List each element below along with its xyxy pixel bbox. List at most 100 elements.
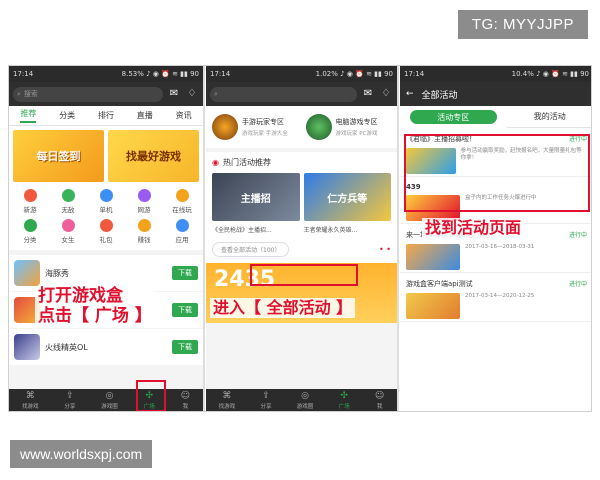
zone-mobile-games[interactable]: 手游玩家专区 游戏玩家 手游大全 (212, 114, 298, 140)
message-icon[interactable]: ✉ (167, 87, 181, 101)
category-item[interactable]: 在线玩 (163, 189, 201, 214)
category-item[interactable]: 应用 (163, 219, 201, 244)
section-hot-events: ◉ 热门活动推荐 (206, 152, 397, 173)
category-icon (23, 189, 37, 202)
nav-square[interactable]: ✣ 广场 (338, 391, 350, 411)
download-button[interactable]: 下载 (172, 266, 198, 280)
category-item[interactable]: 分类 (11, 219, 49, 244)
category-item[interactable]: 网游 (125, 189, 163, 214)
category-label: 赚钱 (137, 236, 151, 244)
search-input[interactable]: ⌕ 搜索 (13, 86, 163, 102)
zone-text: 电脑游戏专区 游戏玩家 PC游戏 (336, 117, 378, 137)
nav-label: 广场 (338, 404, 350, 410)
event-caption: 王者荣耀永久英雄... (303, 227, 358, 234)
activity-desc: 2017-03-14—2020-12-25 (465, 293, 535, 299)
nav-game-circle[interactable]: ◎ 游戏圈 (101, 392, 118, 411)
status-time: 17:14 (404, 70, 425, 78)
status-bar: 17:14 10.4% ♪ ◉ ⏰ ≋ ▮▮ 90 (400, 66, 591, 82)
category-label: 单机 (99, 206, 113, 214)
zone-logo (212, 114, 238, 140)
category-item[interactable]: 无敌 (49, 189, 87, 214)
message-icon[interactable]: ✉ (361, 87, 375, 101)
nav-me[interactable]: ☺ 我 (374, 391, 385, 411)
nav-label: 找游戏 (218, 404, 236, 410)
status-time: 17:14 (13, 70, 34, 78)
section-title: 热门活动推荐 (222, 158, 271, 167)
nav-share[interactable]: ⇪ 分享 (260, 391, 271, 411)
nav-label: 游戏圈 (296, 404, 314, 410)
download-button[interactable]: 下载 (172, 340, 198, 354)
activity-body: 2017-03-14—2020-12-25 (406, 293, 587, 319)
category-label: 新游 (23, 206, 37, 214)
category-item[interactable]: 单机 (87, 189, 125, 214)
tab-my-events[interactable]: 我的活动 (506, 106, 591, 128)
tab-ranking[interactable]: 排行 (98, 110, 114, 121)
game-list-item[interactable]: 火线精英OL 下载 (9, 329, 203, 365)
highlight-box-square (136, 380, 166, 411)
square-icon: ✣ (340, 391, 348, 401)
tab-news[interactable]: 资讯 (176, 110, 192, 121)
tab-live[interactable]: 直播 (137, 110, 153, 121)
share-icon: ⇪ (262, 391, 270, 401)
tab-recommend[interactable]: 推荐 (20, 108, 37, 123)
phone-screen-home: 17:14 8.53% ♪ ◉ ⏰ ≋ ▮▮ 90 ⌕ 搜索 ✉ ♢ 推荐 分类… (9, 66, 205, 411)
nav-find-games[interactable]: ⌘ 找游戏 (21, 392, 39, 411)
category-icon (61, 189, 75, 202)
category-label: 礼包 (99, 236, 113, 244)
category-item[interactable]: 赚钱 (125, 219, 163, 244)
controller-icon: ⌘ (222, 391, 232, 401)
nav-me[interactable]: ☺ 我 (180, 391, 191, 411)
back-arrow-icon[interactable]: ← (406, 89, 414, 99)
nav-share[interactable]: ⇪ 分享 (64, 392, 75, 411)
category-item[interactable]: 新游 (11, 189, 49, 214)
gift-icon[interactable]: ♢ (185, 87, 199, 101)
banner-daily-checkin[interactable]: 每日签到 (13, 130, 104, 182)
nav-label: 游戏圈 (101, 404, 118, 410)
highlight-box-all-events (250, 264, 358, 286)
game-name: 海豚秀 (45, 268, 69, 278)
all-events-row: 查看全部活动（100） • • (206, 238, 397, 263)
nav-label: 找游戏 (21, 404, 39, 410)
callout-enter-all-events: 进入【 全部活动 】 (210, 298, 356, 319)
status-icons: 10.4% ♪ ◉ ⏰ ≋ ▮▮ 90 (511, 70, 589, 78)
status-time: 17:14 (210, 70, 231, 78)
phone-screen-all-events: 17:14 10.4% ♪ ◉ ⏰ ≋ ▮▮ 90 ← 全部活动 活动专区 我的… (400, 66, 591, 411)
category-icon (23, 219, 37, 232)
tab-event-zone[interactable]: 活动专区 (410, 110, 497, 124)
all-events-button[interactable]: 查看全部活动（100） (212, 242, 290, 257)
fire-icon: ◉ (212, 158, 219, 167)
user-icon: ☺ (374, 391, 385, 401)
nav-label: 我 (376, 404, 383, 410)
tutorial-canvas: TG: MYYJJPP 17:14 8.53% ♪ ◉ ⏰ ≋ ▮▮ 90 ⌕ … (0, 0, 600, 480)
category-label: 网游 (137, 206, 151, 214)
zone-title: 电脑游戏专区 (335, 118, 378, 126)
download-button[interactable]: 下载 (172, 303, 198, 317)
nav-find-games[interactable]: ⌘ 找游戏 (218, 391, 236, 411)
watermark-top: TG: MYYJJPP (457, 10, 588, 39)
banner-find-games[interactable]: 找最好游戏 (108, 130, 199, 182)
activity-title-row: 游戏盒客户端api测试 进行中 (406, 279, 587, 289)
activity-title: 游戏盒客户端api测试 (406, 280, 473, 288)
user-icon: ☺ (180, 391, 191, 401)
category-icon (99, 189, 113, 202)
search-input[interactable]: ⌕ (210, 86, 357, 102)
status-icons: 8.53% ♪ ◉ ⏰ ≋ ▮▮ 90 (121, 70, 199, 78)
nav-game-circle[interactable]: ◎ 游戏圈 (296, 391, 314, 411)
category-item[interactable]: 女生 (49, 219, 87, 244)
category-icon (61, 219, 75, 232)
top-bar: ⌕ ✉ ♢ (206, 82, 397, 106)
category-item[interactable]: 礼包 (87, 219, 125, 244)
activity-item[interactable]: 游戏盒客户端api测试 进行中 2017-03-14—2020-12-25 (400, 273, 591, 322)
event-card-image[interactable]: 主播招 (212, 173, 300, 221)
callout-find-event-page: 找到活动页面 (422, 218, 525, 239)
search-icon: ⌕ (214, 89, 218, 98)
top-bar: ⌕ 搜索 ✉ ♢ (9, 82, 203, 106)
gift-icon[interactable]: ♢ (379, 87, 393, 101)
category-icon (137, 219, 151, 232)
tab-category[interactable]: 分类 (59, 110, 75, 121)
page-header: ← 全部活动 (400, 82, 591, 106)
circle-icon: ◎ (301, 391, 309, 401)
zone-pc-games[interactable]: 电脑游戏专区 游戏玩家 PC游戏 (305, 114, 392, 140)
event-card-image[interactable]: 仁方兵等 (303, 173, 391, 221)
activity-image (406, 293, 460, 319)
